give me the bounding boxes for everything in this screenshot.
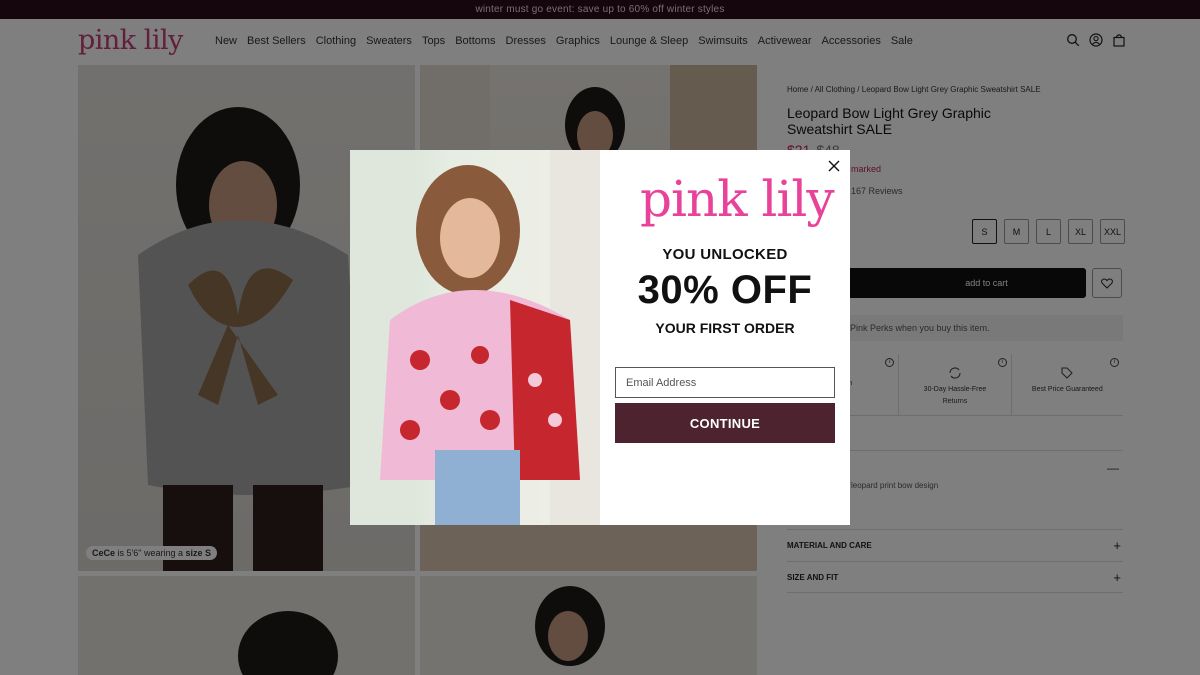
continue-button[interactable]: CONTINUE [615, 403, 835, 443]
discount-popup: pink lily YOU UNLOCKED 30% OFF YOUR FIRS… [350, 150, 850, 525]
popup-photo [350, 150, 600, 525]
popup-logo: pink lily [640, 170, 835, 228]
email-field[interactable] [615, 367, 835, 398]
popup-first-order: YOUR FIRST ORDER [655, 320, 795, 336]
model-strawberry-cardigan-image [350, 150, 600, 525]
popup-unlocked-text: YOU UNLOCKED [662, 246, 788, 263]
popup-discount: 30% OFF [637, 268, 813, 312]
